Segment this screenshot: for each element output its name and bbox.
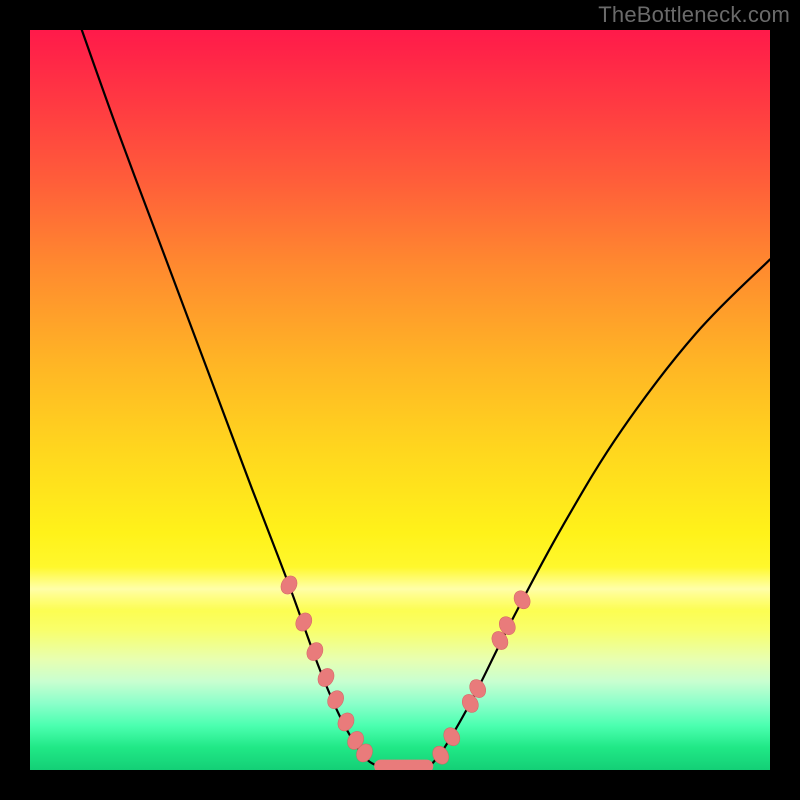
data-marker <box>441 725 463 749</box>
curve-minimum-bar <box>374 760 433 770</box>
data-marker <box>293 610 315 634</box>
data-marker <box>304 640 326 664</box>
curve-left-branch <box>82 30 378 766</box>
data-markers <box>278 573 534 767</box>
chart-frame: TheBottleneck.com <box>0 0 800 800</box>
data-marker <box>315 666 337 690</box>
plot-area <box>30 30 770 770</box>
curve-svg <box>30 30 770 770</box>
data-marker <box>278 573 300 597</box>
data-marker <box>511 588 533 612</box>
watermark-text: TheBottleneck.com <box>598 2 790 28</box>
